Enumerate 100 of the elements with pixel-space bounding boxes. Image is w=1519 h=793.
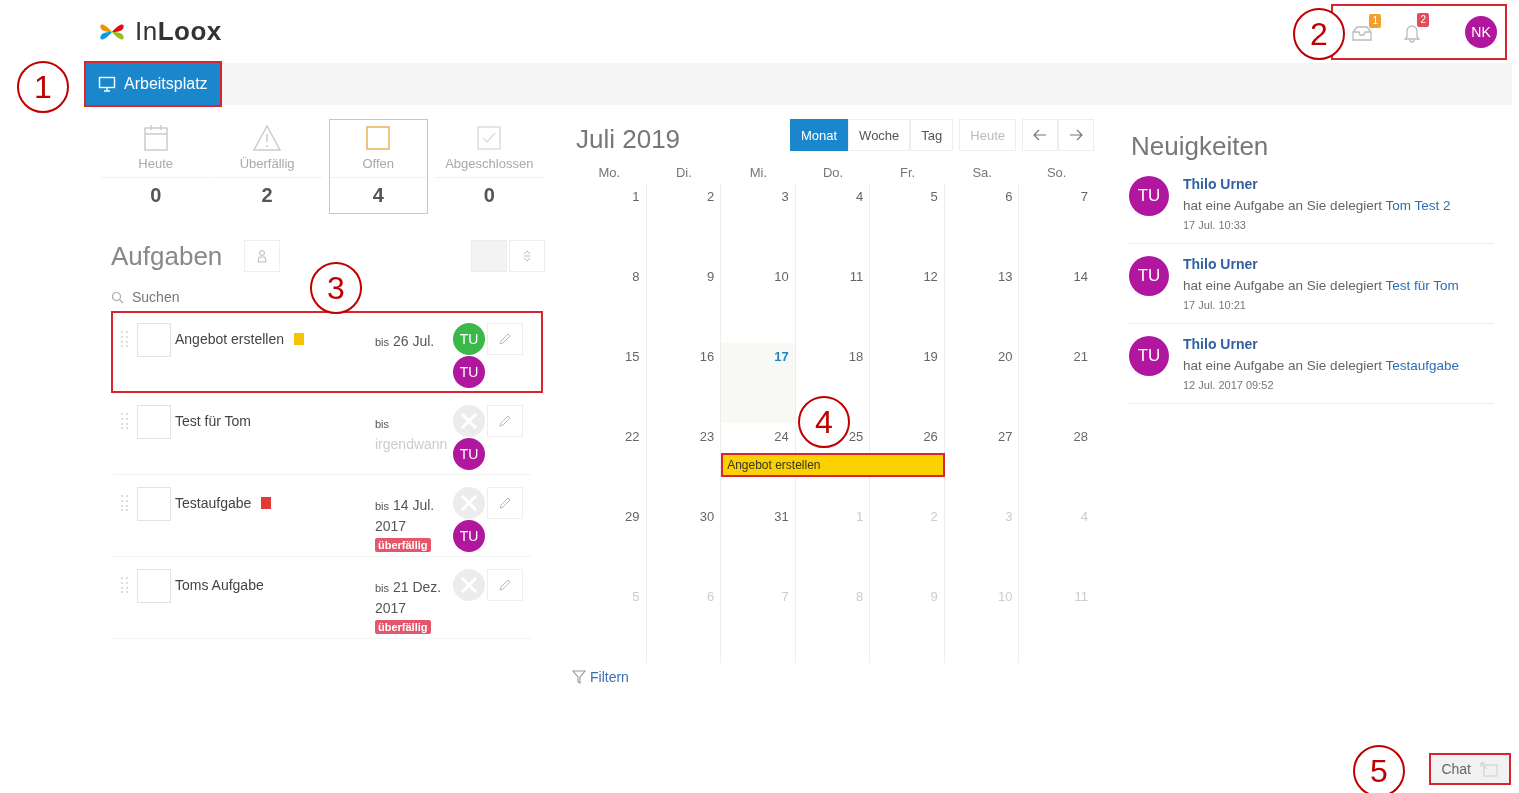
day-number: 17: [774, 349, 789, 364]
news-message: hat eine Aufgabe an Sie delegiert Test für Tom: [1183, 278, 1459, 293]
calendar-event[interactable]: Angebot erstellen: [721, 453, 945, 477]
next-button[interactable]: [1058, 119, 1094, 151]
overdue-badge: überfällig: [375, 620, 431, 634]
stat-card[interactable]: Abgeschlossen 0: [433, 119, 545, 214]
pencil-icon: [498, 578, 512, 592]
drag-handle-icon: [121, 577, 129, 593]
task-checkbox[interactable]: [137, 405, 171, 439]
news-time: 17 Jul. 10:21: [1183, 299, 1247, 311]
bell-icon: [1403, 23, 1421, 43]
pencil-icon: [498, 496, 512, 510]
day-number: 2: [706, 189, 715, 204]
task-row[interactable]: Toms Aufgabe bis 21 Dez. 2017 überfällig: [111, 557, 533, 639]
author-avatar: TU: [1129, 256, 1169, 296]
stat-count: 0: [483, 184, 495, 207]
person-button[interactable]: [244, 240, 281, 272]
due-date: bis 26 Jul.: [375, 332, 435, 351]
day-number: 16: [699, 349, 715, 364]
stat-count: 0: [150, 184, 162, 207]
task-link[interactable]: Tom Test 2: [1385, 198, 1451, 213]
arrow-right-icon: [1069, 129, 1083, 141]
callout-number: 5: [1353, 745, 1405, 793]
day-number: 29: [625, 509, 640, 524]
pencil-icon: [498, 332, 512, 346]
task-name: Toms Aufgabe: [175, 577, 264, 593]
weekday-label: So.: [1045, 165, 1068, 182]
day-number: 3: [781, 189, 789, 204]
author-avatar: TU: [1129, 176, 1169, 216]
inbox-icon: [1351, 24, 1373, 42]
view-tab[interactable]: Woche: [848, 119, 911, 151]
day-number: 27: [997, 429, 1013, 444]
due-date: bis 14 Jul. 2017: [375, 496, 436, 536]
view-tab[interactable]: Monat: [789, 119, 849, 151]
task-checkbox[interactable]: [137, 569, 171, 603]
filter-link[interactable]: Filtern: [572, 669, 629, 685]
stat-label: Heute: [101, 156, 211, 178]
author-name[interactable]: Thilo Urner: [1183, 176, 1451, 192]
checkbox-icon: [476, 124, 503, 152]
drag-handle-icon: [121, 413, 129, 429]
task-name: Test für Tom: [175, 413, 251, 429]
task-row[interactable]: Angebot erstellen bis 26 Jul. TU TU: [111, 311, 543, 393]
task-name: Angebot erstellen: [175, 331, 284, 347]
day-number: 13: [997, 269, 1013, 284]
filter-icon: [572, 670, 586, 684]
calendar-title: Juli 2019: [576, 123, 681, 155]
stat-card[interactable]: Überfällig 2: [211, 119, 323, 214]
day-number: 5: [930, 189, 938, 204]
day-number: 28: [1073, 429, 1088, 444]
inbox-badge: 1: [1369, 14, 1381, 28]
edit-button[interactable]: [487, 405, 523, 437]
task-link[interactable]: Test für Tom: [1385, 278, 1459, 293]
day-number: 25: [848, 429, 864, 444]
edit-button[interactable]: [487, 569, 523, 601]
assignee-avatar: TU: [453, 356, 485, 388]
sort-icon: [522, 249, 532, 263]
warning-icon: [252, 124, 283, 152]
day-number: 14: [1073, 269, 1088, 284]
search-icon: [111, 290, 124, 304]
weekday-label: Fr.: [898, 165, 917, 182]
day-number: 15: [625, 349, 640, 364]
monitor-icon: [98, 76, 116, 92]
user-avatar[interactable]: NK: [1465, 15, 1497, 48]
stat-card[interactable]: Offen 4: [328, 119, 428, 214]
edit-button[interactable]: [487, 323, 523, 355]
day-number: 6: [1005, 189, 1013, 204]
chat-button[interactable]: Chat: [1429, 753, 1511, 785]
edit-button[interactable]: [487, 487, 523, 519]
placeholder-avatar-icon: [453, 487, 485, 519]
task-link[interactable]: Testaufgabe: [1385, 358, 1459, 373]
weekday-label: Do.: [821, 165, 845, 182]
nav-tab[interactable]: Arbeitsplatz: [84, 61, 222, 107]
task-checkbox[interactable]: [137, 487, 171, 521]
author-name[interactable]: Thilo Urner: [1183, 256, 1459, 272]
stat-label: Überfällig: [212, 156, 322, 178]
task-row[interactable]: Testaufgabe bis 14 Jul. 2017 überfällig TU: [111, 475, 533, 557]
day-number: 21: [1073, 349, 1088, 364]
day-number: 20: [997, 349, 1013, 364]
day-number: 8: [632, 269, 640, 284]
drag-handle-icon: [121, 331, 129, 347]
weekday-label: Mi.: [748, 165, 769, 182]
day-number: 11: [849, 269, 864, 284]
square-icon: [365, 124, 392, 152]
sort-button[interactable]: [509, 240, 545, 272]
day-number: 4: [856, 189, 864, 204]
callout-number: 1: [17, 61, 69, 113]
task-checkbox[interactable]: [137, 323, 171, 357]
callout-number: 4: [798, 396, 850, 448]
overdue-badge: überfällig: [375, 538, 431, 552]
drag-handle-icon: [121, 495, 129, 511]
view-tab[interactable]: Tag: [910, 119, 954, 151]
assignee-avatar: TU: [453, 438, 485, 470]
chat-window-icon: [1479, 761, 1499, 777]
pencil-icon: [498, 414, 512, 428]
day-number: 22: [625, 429, 640, 444]
previous-button[interactable]: [1022, 119, 1058, 151]
news-message: hat eine Aufgabe an Sie delegiert Testaufgabe: [1183, 358, 1459, 373]
day-number: 18: [848, 349, 864, 364]
stat-card[interactable]: Heute 0: [100, 119, 212, 214]
author-name[interactable]: Thilo Urner: [1183, 336, 1459, 352]
